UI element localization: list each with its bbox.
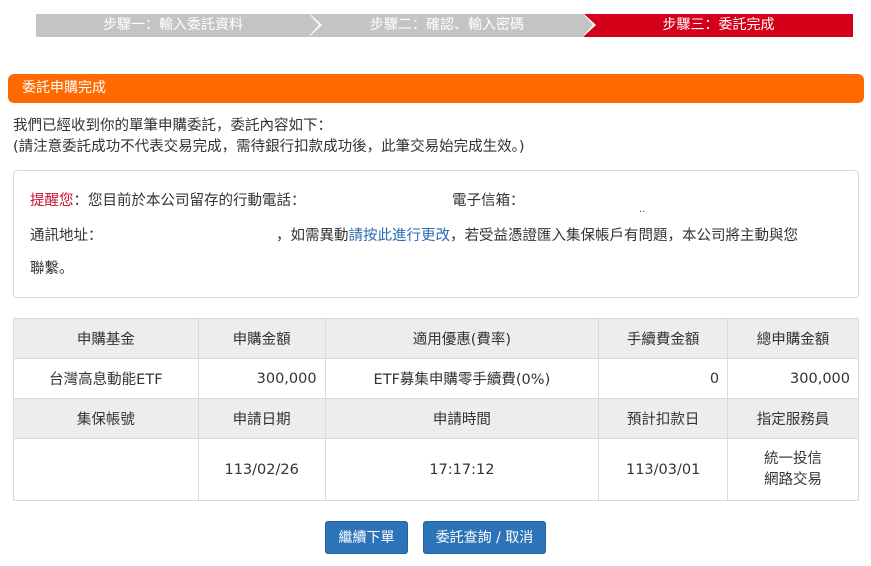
step-3-active: 步驟三：委託完成 (584, 14, 853, 37)
reminder-label: 提醒您 (30, 193, 74, 209)
header-service-agent: 指定服務員 (727, 398, 859, 439)
table-header-row: 集保帳號 申請日期 申請時間 預計扣款日 指定服務員 (13, 398, 859, 439)
cell-discount: ETF募集申購零手續費(0%) (324, 358, 600, 399)
header-discount: 適用優惠(費率) (324, 318, 600, 359)
order-summary-table: 申購基金 申購金額 適用優惠(費率) 手續費金額 總申購金額 台灣高息動能ETF… (13, 318, 859, 501)
cell-debit-date: 113/03/01 (598, 438, 729, 501)
table-row: 台灣高息動能ETF 300,000 ETF募集申購零手續費(0%) 0 300,… (13, 358, 859, 399)
cell-time: 17:17:12 (324, 438, 600, 501)
intro-line-1: 我們已經收到你的單筆申購委託，委託內容如下： (13, 118, 332, 134)
intro-text: 我們已經收到你的單筆申購委託，委託內容如下： (請注意委託成功不代表交易完成，需… (13, 116, 525, 158)
header-date: 申請日期 (197, 398, 326, 439)
section-title: 委託申購完成 (22, 80, 106, 96)
step-3-label: 步驟三：委託完成 (662, 17, 775, 33)
change-contact-link[interactable]: 請按此進行更改 (349, 228, 451, 244)
service-line-2: 網路交易 (764, 471, 823, 488)
table-header-row: 申購基金 申購金額 適用優惠(費率) 手續費金額 總申購金額 (13, 318, 859, 359)
phone-label: ：您目前於本公司留存的行動電話： (73, 193, 306, 209)
change-prefix: ，如需異動 (276, 228, 349, 244)
header-fee: 手續費金額 (598, 318, 729, 359)
header-debit-date: 預計扣款日 (598, 398, 729, 439)
cell-fee: 0 (598, 358, 729, 399)
step-1-label: 步驟一：輸入委託資料 (103, 17, 243, 33)
table-row: 113/02/26 17:17:12 113/03/01 統一投信 網路交易 (13, 438, 859, 501)
step-2-label: 步驟二：確認、輸入密碼 (370, 17, 524, 33)
intro-line-2: (請注意委託成功不代表交易完成，需待銀行扣款成功後，此筆交易始完成生效。) (13, 139, 525, 155)
section-title-bar: 委託申購完成 (8, 74, 864, 103)
step-1: 步驟一：輸入委託資料 (36, 14, 322, 37)
cell-total: 300,000 (727, 358, 859, 399)
email-label: 電子信箱： (452, 193, 525, 209)
service-line-1: 統一投信 (764, 450, 823, 467)
reminder-box: 提醒您：您目前於本公司留存的行動電話： 電子信箱： .. 通訊地址： ，如需異動… (13, 170, 859, 298)
change-suffix: ，若受益憑證匯入集保帳戶有問題，本公司將主動與您 (450, 228, 798, 244)
continue-order-button[interactable]: 繼續下單 (325, 521, 408, 554)
step-indicator: 步驟一：輸入委託資料 步驟二：確認、輸入密碼 步驟三：委託完成 (36, 14, 853, 37)
email-value: .. (639, 204, 646, 215)
cell-date: 113/02/26 (197, 438, 326, 501)
header-time: 申請時間 (324, 398, 600, 439)
address-label: 通訊地址： (30, 228, 103, 244)
step-2: 步驟二：確認、輸入密碼 (310, 14, 596, 37)
header-amount: 申購金額 (197, 318, 326, 359)
header-account: 集保帳號 (13, 398, 199, 439)
cell-service-agent: 統一投信 網路交易 (727, 438, 859, 501)
header-total: 總申購金額 (727, 318, 859, 359)
header-fund: 申購基金 (13, 318, 199, 359)
cell-amount: 300,000 (197, 358, 326, 399)
cell-account (13, 438, 199, 501)
contact-end: 聯繫。 (30, 261, 74, 277)
cell-fund-name: 台灣高息動能ETF (13, 358, 199, 399)
order-query-cancel-button[interactable]: 委託查詢 / 取消 (423, 521, 546, 554)
